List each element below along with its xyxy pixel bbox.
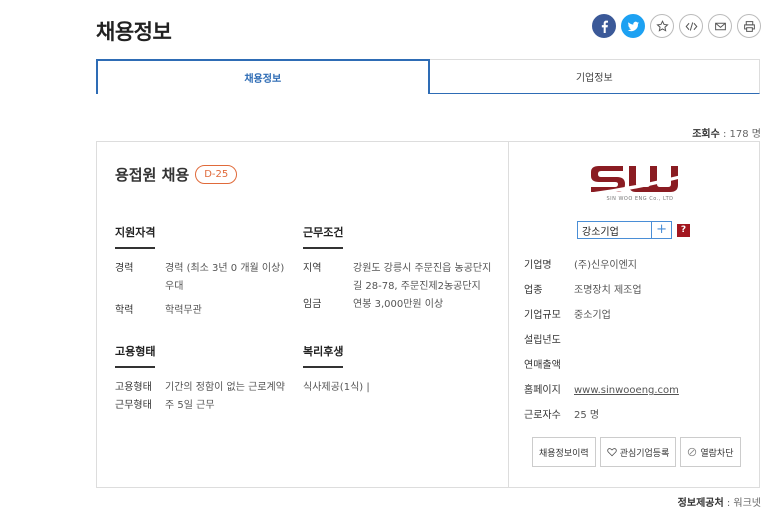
favorite-company-label: 관심기업등록 bbox=[619, 447, 670, 458]
embed-icon[interactable] bbox=[679, 14, 703, 38]
row-key: 고용형태 bbox=[115, 382, 152, 393]
row-key: 연매출액 bbox=[524, 360, 561, 371]
block-icon bbox=[688, 447, 697, 457]
employment-row: 근무형태 주 5일 근무 bbox=[115, 397, 305, 415]
row-key: 홈페이지 bbox=[524, 385, 561, 396]
row-value: 연봉 3,000만원 이상 bbox=[353, 299, 444, 310]
row-key: 학력 bbox=[115, 305, 134, 316]
row-value: 경력 (최소 3년 0 개월 이상) 우대 bbox=[165, 263, 285, 292]
company-type-field[interactable]: 강소기업 + bbox=[577, 221, 672, 239]
job-title-text: 용접원 채용 bbox=[115, 166, 190, 184]
company-row: 근로자수 25 명 bbox=[524, 403, 754, 428]
qualification-heading: 지원자격 bbox=[115, 224, 156, 249]
row-key: 설립년도 bbox=[524, 335, 561, 346]
view-count: 조회수 : 178 명 bbox=[692, 125, 761, 140]
tab-company-info[interactable]: 기업정보 bbox=[429, 59, 760, 94]
company-type-box: 강소기업 + ? bbox=[577, 221, 690, 239]
row-value: 식사제공(1식) | bbox=[303, 382, 370, 393]
row-key: 경력 bbox=[115, 263, 134, 274]
company-row: 홈페이지 www.sinwooeng.com bbox=[524, 378, 754, 403]
view-count-label: 조회수 bbox=[692, 129, 720, 140]
block-view-label: 열람차단 bbox=[700, 447, 734, 458]
conditions-section: 근무조건 지역 강원도 강릉시 주문진읍 농공단지길 28-78, 주문진제2농… bbox=[303, 224, 499, 314]
job-detail-panel: 용접원 채용 D-25 지원자격 경력 경력 (최소 3년 0 개월 이상) 우… bbox=[97, 142, 509, 487]
company-panel: SIN WOO ENG Co., LTD 강소기업 + ? 기업명 (주)신우이… bbox=[510, 142, 760, 487]
star-icon[interactable] bbox=[650, 14, 674, 38]
conditions-row: 지역 강원도 강릉시 주문진읍 농공단지길 28-78, 주문진제2농공단지 bbox=[303, 260, 499, 296]
welfare-row: 식사제공(1식) | bbox=[303, 379, 493, 397]
employment-heading: 고용형태 bbox=[115, 343, 156, 368]
job-history-button[interactable]: 채용정보이력 bbox=[532, 437, 596, 467]
row-key: 지역 bbox=[303, 263, 322, 274]
twitter-icon[interactable] bbox=[621, 14, 645, 38]
job-title: 용접원 채용 D-25 bbox=[115, 164, 238, 185]
row-value: (주)신우이엔지 bbox=[574, 260, 638, 271]
homepage-link[interactable]: www.sinwooeng.com bbox=[574, 378, 679, 403]
row-value: 기간의 정함이 없는 근로계약 bbox=[165, 382, 285, 393]
employment-row: 고용형태 기간의 정함이 없는 근로계약 bbox=[115, 379, 305, 397]
welfare-section: 복리후생 식사제공(1식) | bbox=[303, 343, 493, 397]
tab-bar: 채용정보 기업정보 bbox=[96, 59, 760, 94]
tab-job-info[interactable]: 채용정보 bbox=[96, 59, 430, 94]
row-key: 기업규모 bbox=[524, 310, 561, 321]
row-value: 강원도 강릉시 주문진읍 농공단지길 28-78, 주문진제2농공단지 bbox=[353, 263, 492, 292]
heart-icon bbox=[606, 448, 617, 457]
company-actions: 채용정보이력 관심기업등록 열람차단 bbox=[532, 437, 741, 467]
row-key: 업종 bbox=[524, 285, 543, 296]
row-value: 조명장치 제조업 bbox=[574, 285, 642, 296]
job-history-label: 채용정보이력 bbox=[539, 447, 589, 458]
company-logo-subtitle: SIN WOO ENG Co., LTD bbox=[606, 196, 674, 202]
row-key: 기업명 bbox=[524, 260, 552, 271]
qualification-row: 학력 학력무관 bbox=[115, 302, 293, 320]
block-view-button[interactable]: 열람차단 bbox=[680, 437, 741, 467]
row-key: 근무형태 bbox=[115, 400, 152, 411]
employment-section: 고용형태 고용형태 기간의 정함이 없는 근로계약 근무형태 주 5일 근무 bbox=[115, 343, 305, 415]
facebook-icon[interactable] bbox=[592, 14, 616, 38]
company-info: 기업명 (주)신우이엔지 업종 조명장치 제조업 기업규모 중소기업 설립년도 … bbox=[524, 253, 754, 428]
company-row: 기업명 (주)신우이엔지 bbox=[524, 253, 754, 278]
qualification-section: 지원자격 경력 경력 (최소 3년 0 개월 이상) 우대 학력 학력무관 bbox=[115, 224, 293, 320]
row-value: 주 5일 근무 bbox=[165, 400, 215, 411]
conditions-heading: 근무조건 bbox=[303, 224, 344, 249]
company-row: 설립년도 bbox=[524, 328, 754, 353]
share-bar bbox=[592, 14, 761, 38]
info-provider: 정보제공처 : 워크넷 bbox=[678, 494, 761, 509]
provider-value: : 워크넷 bbox=[723, 498, 761, 509]
row-key: 근로자수 bbox=[524, 410, 561, 421]
row-value: 25 명 bbox=[574, 410, 600, 421]
row-value: 중소기업 bbox=[574, 310, 611, 321]
row-value: 학력무관 bbox=[165, 305, 202, 316]
plus-icon[interactable]: + bbox=[651, 222, 667, 238]
page-title: 채용정보 bbox=[96, 20, 172, 44]
welfare-heading: 복리후생 bbox=[303, 343, 344, 368]
row-key: 임금 bbox=[303, 299, 322, 310]
help-icon[interactable]: ? bbox=[677, 223, 690, 237]
conditions-row: 임금 연봉 3,000만원 이상 bbox=[303, 296, 499, 314]
favorite-company-button[interactable]: 관심기업등록 bbox=[599, 437, 677, 467]
provider-label: 정보제공처 bbox=[677, 498, 724, 509]
mail-icon[interactable] bbox=[708, 14, 732, 38]
company-row: 연매출액 bbox=[524, 353, 754, 378]
qualification-row: 경력 경력 (최소 3년 0 개월 이상) 우대 bbox=[115, 260, 293, 296]
job-card: 용접원 채용 D-25 지원자격 경력 경력 (최소 3년 0 개월 이상) 우… bbox=[96, 141, 760, 488]
company-type-label: 강소기업 bbox=[582, 226, 619, 238]
company-row: 업종 조명장치 제조업 bbox=[524, 278, 754, 303]
print-icon[interactable] bbox=[737, 14, 761, 38]
company-row: 기업규모 중소기업 bbox=[524, 303, 754, 328]
view-count-value: : 178 명 bbox=[719, 129, 761, 140]
dday-badge: D-25 bbox=[195, 165, 238, 184]
